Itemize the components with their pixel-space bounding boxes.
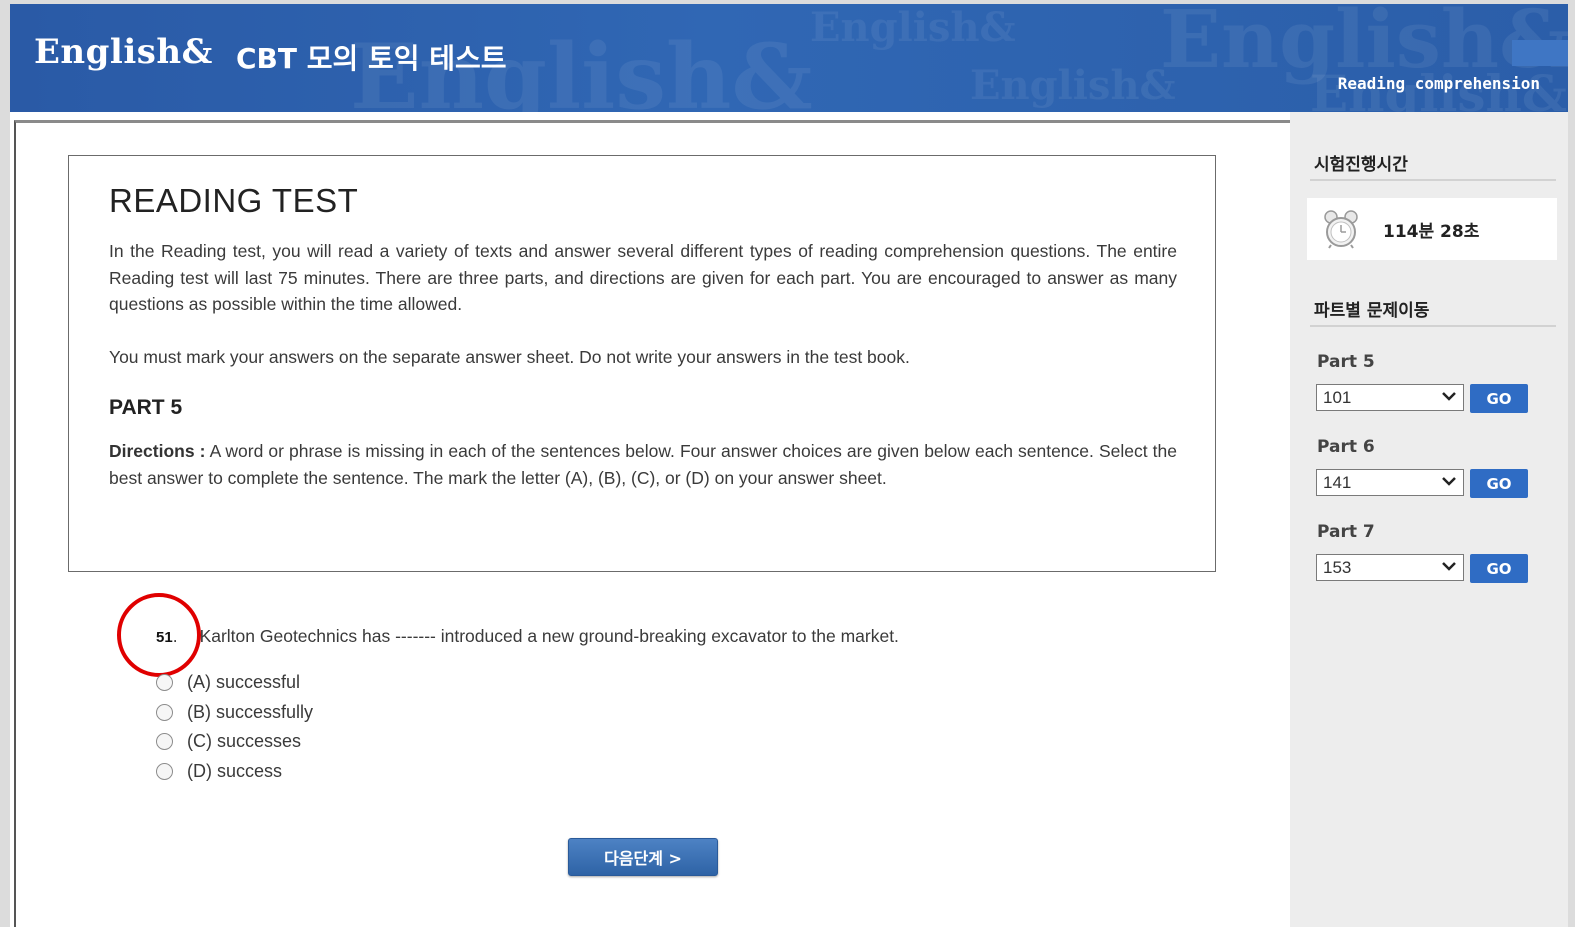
part-nav-heading: 파트별 문제이동 (1314, 301, 1430, 321)
part-5-select[interactable]: 101 (1316, 384, 1464, 411)
header-bar: English& English& English& English& Engl… (10, 4, 1568, 112)
directions-paragraph: Directions : A word or phrase is missing… (109, 438, 1177, 491)
header-corner-block (1512, 40, 1568, 66)
instructions-paragraph: In the Reading test, you will read a var… (109, 241, 1177, 314)
part-7-select[interactable]: 153 (1316, 554, 1464, 581)
highlight-circle (117, 593, 201, 677)
header-watermark: English& (970, 62, 1176, 109)
part-title: PART 5 (109, 396, 183, 419)
question-text: Karlton Geotechnics has ------- introduc… (199, 626, 899, 646)
radio-button[interactable] (156, 703, 173, 721)
radio-button[interactable] (156, 733, 173, 751)
question-line: 51. Karlton Geotechnics has ------- intro… (156, 626, 899, 647)
next-step-button[interactable]: 다음단계 > (568, 838, 718, 876)
option-d[interactable]: (D) success (156, 757, 313, 787)
part-7-selected-value: 153 (1323, 558, 1352, 577)
chevron-down-icon (1442, 477, 1456, 486)
timer-box: 114분 28초 (1307, 198, 1557, 260)
sidebar: 시험진행시간 114분 28초 파트별 문제이동 Part 5 101 GO P… (1290, 112, 1568, 927)
part-6-select[interactable]: 141 (1316, 469, 1464, 496)
divider (1310, 325, 1556, 327)
app-window: English& English& English& English& Engl… (10, 4, 1568, 927)
option-label: (A) successful (187, 672, 301, 693)
part-6-go-button[interactable]: GO (1470, 469, 1528, 498)
instructions-panel: READING TEST In the Reading test, you wi… (68, 155, 1216, 572)
directions-text: A word or phrase is missing in each of t… (109, 441, 1177, 488)
directions-label: Directions : (109, 441, 206, 461)
option-label: (D) success (187, 760, 283, 781)
answer-options: (A) successful (B) successfully (C) succ… (156, 668, 313, 786)
reading-test-title: READING TEST (109, 182, 359, 219)
part-7-label: Part 7 (1317, 522, 1375, 542)
divider (1310, 179, 1556, 181)
option-label: (C) successes (187, 731, 302, 752)
chevron-down-icon (1442, 392, 1456, 401)
part-5-selected-value: 101 (1323, 388, 1352, 407)
radio-button[interactable] (156, 674, 173, 692)
brand-logo: English& (34, 32, 213, 72)
part-7-go-button[interactable]: GO (1470, 554, 1528, 583)
header-watermark: English& (810, 4, 1016, 51)
radio-button[interactable] (156, 762, 173, 780)
part-6-label: Part 6 (1317, 437, 1375, 457)
test-content-area: READING TEST In the Reading test, you wi… (14, 120, 1290, 927)
option-a[interactable]: (A) successful (156, 668, 313, 698)
option-c[interactable]: (C) successes (156, 727, 313, 757)
alarm-clock-icon (1324, 210, 1358, 249)
instructions-paragraph: You must mark your answers on the separa… (109, 346, 910, 367)
option-b[interactable]: (B) successfully (156, 698, 313, 728)
part-5-go-button[interactable]: GO (1470, 384, 1528, 413)
part-6-selected-value: 141 (1323, 473, 1352, 492)
chevron-down-icon (1442, 562, 1456, 571)
part-5-label: Part 5 (1317, 352, 1375, 372)
timer-value: 114분 28초 (1383, 221, 1480, 242)
app-title: CBT 모의 토익 테스트 (236, 42, 507, 75)
option-label: (B) successfully (187, 701, 314, 722)
section-label: Reading comprehension (1337, 74, 1540, 93)
timer-heading: 시험진행시간 (1314, 155, 1408, 175)
